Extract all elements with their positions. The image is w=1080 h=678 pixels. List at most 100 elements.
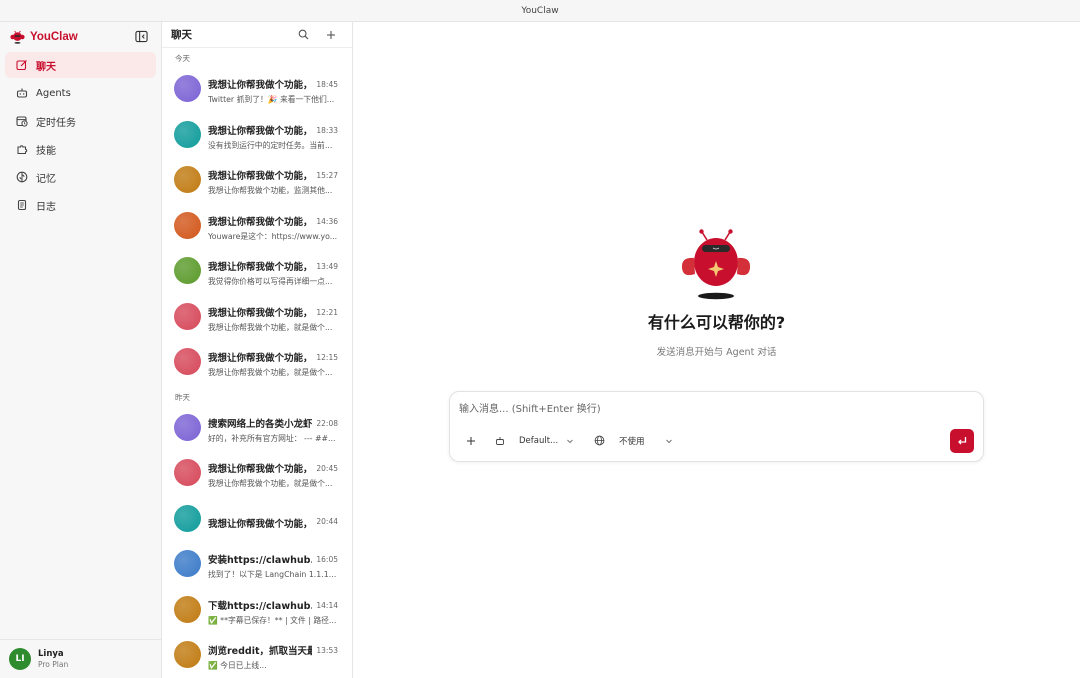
chevron-down-icon <box>567 439 574 443</box>
chat-list-title: 聊天 <box>171 29 192 41</box>
plus-icon[interactable] <box>324 28 338 42</box>
chat-title: 下载https://clawhub.ai/ <box>208 600 312 612</box>
sidebar-item-skills[interactable]: 技能 <box>5 136 156 162</box>
chat-list-item[interactable]: 我想让你帮我做个功能， 18:33 没有找到运行中的定时任务。当前... <box>162 114 352 160</box>
chat-preview: Youware是这个：https://www.yo... <box>208 231 338 241</box>
sidebar-item-label: 聊天 <box>36 61 56 73</box>
chat-list-item[interactable]: 搜索网络上的各类小龙虾 22:08 好的，补充所有官方网址： --- ##... <box>162 407 352 453</box>
chat-title: 我想让你帮我做个功能， <box>208 216 312 228</box>
chat-avatar <box>174 504 201 532</box>
main-panel: 有什么可以帮你的? 发送消息开始与 Agent 对话 Default... 不使… <box>353 22 1080 678</box>
chat-avatar <box>174 413 201 441</box>
chat-avatar <box>174 641 201 668</box>
collapse-sidebar-icon[interactable] <box>135 30 148 43</box>
chat-list-item[interactable]: 下载https://clawhub.ai/14:14 ✅ **字幕已保存！** |… <box>162 589 352 635</box>
chat-preview: ✅ **字幕已保存！** | 文件 | 路径... <box>208 615 337 625</box>
sidebar-item-agents[interactable]: Agents <box>5 80 156 106</box>
model-selector[interactable]: Default... <box>495 432 574 449</box>
brand[interactable]: YouClaw <box>10 28 78 46</box>
chat-list-item[interactable]: 安装https://clawhub.ai/16:05 找到了！以下是 LangCh… <box>162 543 352 589</box>
sidebar-item-label: 日志 <box>36 201 56 213</box>
chat-preview: ✅ 今日已上线... <box>208 661 267 670</box>
chat-list-item[interactable]: 我想让你帮我做个功能， 13:49 我觉得你价格可以写得再详细一点... <box>162 250 352 296</box>
chat-list-item[interactable]: 我想让你帮我做个功能， 20:44 <box>162 498 352 544</box>
hero-subtitle: 发送消息开始与 Agent 对话 <box>656 347 777 358</box>
sidebar-nav: 聊天 Agents 定时任务 技能 记忆 日志 <box>5 52 156 220</box>
chat-list-item[interactable]: 我想让你帮我做个功能， 14:36 Youware是这个：https://www.y… <box>162 205 352 251</box>
model-selector-label: Default... <box>519 435 559 446</box>
chat-list-panel: 聊天 今天我想让你帮我做个功能， 18:45 Twitter 抓到了！🎉 来看一下他… <box>162 22 353 678</box>
chat-time: 15:27 <box>316 171 338 180</box>
search-icon[interactable] <box>296 28 310 42</box>
sidebar-item-memory[interactable]: 记忆 <box>5 164 156 190</box>
chat-time: 13:49 <box>316 262 338 271</box>
chat-time: 12:21 <box>316 307 338 317</box>
chat-preview: 我想让你帮我做个功能，监测其他... <box>208 186 333 195</box>
chat-group-label: 今天 <box>175 54 190 63</box>
sidebar-item-label: 定时任务 <box>36 117 76 129</box>
chat-preview: 我觉得你价格可以写得再详细一点... <box>208 277 333 286</box>
web-search-selector[interactable]: 不使用 <box>594 432 673 449</box>
chat-title: 我想让你帮我做个功能， <box>208 80 312 91</box>
chat-avatar <box>174 166 201 193</box>
calendar-clock-icon <box>15 115 28 128</box>
chat-title: 浏览reddit，抓取当天最 <box>208 646 312 657</box>
chat-time: 18:45 <box>316 80 338 89</box>
chat-title: 我想让你帮我做个功能， <box>208 125 312 137</box>
chat-time: 20:45 <box>316 464 338 473</box>
chat-preview: 找到了！以下是 LangChain 1.1.12... <box>208 570 340 579</box>
sidebar-item-scheduled-tasks[interactable]: 定时任务 <box>5 108 156 134</box>
chat-avatar <box>174 211 201 239</box>
chat-list-item[interactable]: 我想让你帮我做个功能， 12:15 我想让你帮我做个功能，就是做个... <box>162 341 352 387</box>
chat-avatar <box>174 595 201 623</box>
brand-name: YouClaw <box>30 31 78 43</box>
chat-preview: 好的，补充所有官方网址： --- ##... <box>208 433 336 443</box>
chat-title: 我想让你帮我做个功能， <box>208 262 312 273</box>
chat-preview: 我想让你帮我做个功能，就是做个... <box>208 479 333 488</box>
chat-list-item[interactable]: 我想让你帮我做个功能， 18:45 Twitter 抓到了！🎉 来看一下他们... <box>162 68 352 114</box>
sidebar-item-label: 技能 <box>36 145 56 157</box>
claw-mascot-icon <box>681 229 751 300</box>
chat-avatar <box>174 120 201 148</box>
brain-icon <box>15 171 28 184</box>
chat-list-item[interactable]: 浏览reddit，抓取当天最 13:53 ✅ 今日已上线... <box>162 634 352 678</box>
chat-list-item[interactable]: 我想让你帮我做个功能， 12:21 我想让你帮我做个功能，就是做个... <box>162 296 352 342</box>
chat-preview: 我想让你帮我做个功能，就是做个... <box>208 322 333 332</box>
user-name: Linya <box>38 649 64 659</box>
chat-preview: 没有找到运行中的定时任务。当前... <box>208 140 333 150</box>
chat-preview: 我想让你帮我做个功能，就是做个... <box>208 368 333 377</box>
chat-title: 我想让你帮我做个功能， <box>208 518 312 530</box>
window-titlebar: YouClaw <box>0 0 1080 22</box>
globe-icon <box>594 435 605 446</box>
chat-time: 16:05 <box>316 555 338 564</box>
chat-preview: Twitter 抓到了！🎉 来看一下他们... <box>208 95 335 104</box>
send-button[interactable] <box>950 429 974 453</box>
user-profile[interactable]: LI Linya Pro Plan <box>0 639 162 678</box>
chat-time: 13:53 <box>316 646 338 655</box>
chat-time: 12:15 <box>316 353 338 362</box>
message-composer: Default... 不使用 <box>449 391 984 462</box>
user-plan: Pro Plan <box>38 660 69 669</box>
claw-logo-icon <box>10 30 25 44</box>
sidebar-item-chat[interactable]: 聊天 <box>5 52 156 78</box>
chat-avatar <box>174 550 201 577</box>
chat-groups: 今天我想让你帮我做个功能， 18:45 Twitter 抓到了！🎉 来看一下他们..… <box>162 48 352 678</box>
edit-icon <box>15 59 28 72</box>
chat-list-item[interactable]: 我想让你帮我做个功能， 20:45 我想让你帮我做个功能，就是做个... <box>162 452 352 498</box>
avatar: LI <box>9 648 31 670</box>
sidebar-item-logs[interactable]: 日志 <box>5 192 156 218</box>
user-info: Linya Pro Plan <box>38 649 68 669</box>
message-input[interactable] <box>459 401 939 417</box>
sidebar-item-label: 记忆 <box>36 173 56 185</box>
puzzle-icon <box>15 143 28 156</box>
chat-avatar <box>174 348 201 375</box>
chat-title: 我想让你帮我做个功能， <box>208 353 312 364</box>
sidebar-item-label: Agents <box>36 87 71 99</box>
chevron-down-icon <box>665 439 672 443</box>
chat-avatar <box>174 75 201 102</box>
chat-list-item[interactable]: 我想让你帮我做个功能， 15:27 我想让你帮我做个功能，监测其他... <box>162 159 352 205</box>
robot-icon <box>15 87 28 100</box>
attach-button[interactable] <box>466 432 476 449</box>
scroll-icon <box>15 199 28 212</box>
chat-title: 安装https://clawhub.ai/ <box>208 555 312 566</box>
